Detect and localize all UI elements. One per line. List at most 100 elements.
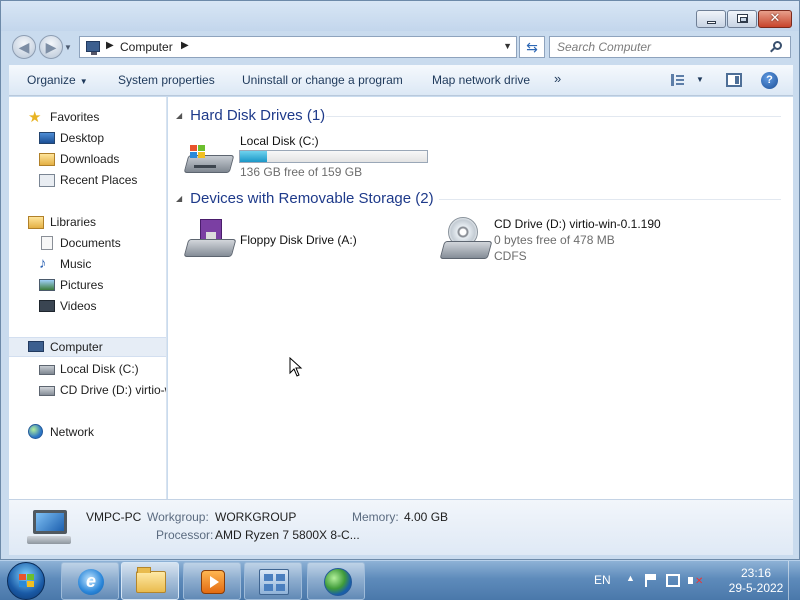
taskbar-windows-explorer[interactable] xyxy=(121,562,179,600)
windows-explorer-icon xyxy=(136,567,166,593)
floppy-drive-body xyxy=(183,239,237,257)
recent-pages-dropdown-icon[interactable]: ▼ xyxy=(64,43,72,52)
show-desktop-button[interactable] xyxy=(788,561,800,600)
content-pane: ◢ Hard Disk Drives (1) Local Disk (C:) 13… xyxy=(168,97,793,499)
computer-icon xyxy=(86,41,100,55)
sidebar-item-network[interactable]: Network xyxy=(9,422,166,442)
desktop-icon xyxy=(39,132,55,144)
local-disk-icon xyxy=(39,365,55,375)
back-button[interactable]: ◀ xyxy=(12,35,36,59)
search-icon[interactable] xyxy=(773,41,782,50)
sidebar-item-label: Pictures xyxy=(60,278,104,292)
clock[interactable]: 23:16 29-5-2022 xyxy=(718,566,794,596)
address-bar[interactable]: ▶ Computer ▶ ▼ xyxy=(79,36,517,58)
sidebar-item-label: Desktop xyxy=(60,131,105,145)
sidebar-item-documents[interactable]: Documents xyxy=(9,233,166,253)
refresh-button[interactable]: ⇆ xyxy=(519,36,545,58)
system-properties-icon xyxy=(259,569,289,595)
forward-arrow-icon: ▶ xyxy=(45,39,57,55)
sidebar-item-computer[interactable]: Computer xyxy=(9,337,166,357)
search-box xyxy=(549,36,791,58)
change-view-icon[interactable] xyxy=(671,74,685,86)
language-indicator[interactable]: EN xyxy=(594,573,611,587)
sidebar-item-desktop[interactable]: Desktop xyxy=(9,128,166,148)
show-hidden-icons-icon[interactable]: ▲ xyxy=(626,573,635,583)
sidebar-item-recent-places[interactable]: Recent Places xyxy=(9,170,166,190)
sidebar-item-libraries[interactable]: Libraries xyxy=(9,212,166,232)
sidebar-item-label: Documents xyxy=(60,236,121,250)
window-controls: ✕ xyxy=(696,10,792,28)
search-input[interactable] xyxy=(550,37,760,57)
media-player-icon xyxy=(201,570,225,594)
windows-logo-icon xyxy=(190,145,206,159)
close-icon: ✕ xyxy=(769,10,781,25)
restore-icon xyxy=(737,14,748,23)
group-header-label: Hard Disk Drives (1) xyxy=(190,107,326,124)
computer-icon xyxy=(27,510,71,546)
minimize-icon xyxy=(707,21,716,24)
sidebar-item-cd-drive[interactable]: CD Drive (D:) virtio-win-0.1.190 xyxy=(9,380,166,400)
floppy-disk xyxy=(200,219,222,241)
maximize-button[interactable] xyxy=(727,10,757,28)
map-network-drive-button[interactable]: Map network drive xyxy=(432,73,530,87)
sidebar-item-label: CD Drive (D:) virtio-win-0.1.190 xyxy=(60,383,166,397)
more-commands-button[interactable]: » xyxy=(554,71,561,86)
close-button[interactable]: ✕ xyxy=(758,10,792,28)
pictures-icon xyxy=(39,279,55,291)
system-properties-button[interactable]: System properties xyxy=(118,73,215,87)
title-bar[interactable]: ✕ xyxy=(1,1,799,31)
taskbar-system-properties[interactable] xyxy=(244,562,302,600)
computer-screen xyxy=(33,510,67,534)
group-header-hard-disks[interactable]: ◢ Hard Disk Drives (1) xyxy=(176,107,325,124)
hard-disk-icon xyxy=(183,143,235,175)
minimize-button[interactable] xyxy=(696,10,726,28)
breadcrumb-chevron-icon[interactable]: ▶ xyxy=(181,40,189,51)
breadcrumb-computer[interactable]: Computer xyxy=(120,40,173,54)
sidebar-item-label: Computer xyxy=(50,340,103,354)
network-status-icon[interactable] xyxy=(666,574,680,587)
forward-button[interactable]: ▶ xyxy=(39,35,63,59)
sidebar-item-videos[interactable]: Videos xyxy=(9,296,166,316)
volume-muted-icon[interactable] xyxy=(688,574,703,587)
music-note-icon: ♪ xyxy=(39,255,47,272)
computer-base xyxy=(27,536,71,544)
group-divider xyxy=(439,199,781,200)
details-pane: VMPC-PC Workgroup: WORKGROUP Memory: 4.0… xyxy=(9,499,793,555)
taskbar-media-player[interactable] xyxy=(183,562,241,600)
sidebar-item-favorites[interactable]: ★ Favorites xyxy=(9,107,166,127)
sidebar-item-music[interactable]: ♪ Music xyxy=(9,254,166,274)
help-icon[interactable]: ? xyxy=(761,72,778,89)
sidebar-item-label: Music xyxy=(60,257,92,271)
drive-name: Floppy Disk Drive (A:) xyxy=(240,233,357,247)
action-center-flag-icon[interactable] xyxy=(645,574,657,587)
preview-pane-icon[interactable] xyxy=(726,73,742,87)
breadcrumb-chevron-icon[interactable]: ▶ xyxy=(106,40,114,51)
collapse-triangle-icon: ◢ xyxy=(176,194,183,203)
memory-value: 4.00 GB xyxy=(404,510,449,524)
taskbar-internet-explorer[interactable]: e xyxy=(61,562,119,600)
cd-drive-body xyxy=(439,241,493,259)
drive-cd-d[interactable]: CD Drive (D:) virtio-win-0.1.190 0 bytes… xyxy=(439,215,680,265)
group-header-removable[interactable]: ◢ Devices with Removable Storage (2) xyxy=(176,190,434,207)
start-button[interactable] xyxy=(7,562,45,600)
clock-time: 23:16 xyxy=(740,566,772,580)
uninstall-program-button[interactable]: Uninstall or change a program xyxy=(242,73,403,87)
sidebar-item-pictures[interactable]: Pictures xyxy=(9,275,166,295)
drive-floppy-a[interactable]: Floppy Disk Drive (A:) xyxy=(183,215,424,265)
sidebar-item-local-disk[interactable]: Local Disk (C:) xyxy=(9,359,166,379)
star-icon: ★ xyxy=(28,109,42,126)
network-globe-icon xyxy=(324,568,352,596)
view-options-caret-icon[interactable]: ▼ xyxy=(696,75,704,84)
hard-disk-slot xyxy=(194,165,216,168)
cd-drive-icon xyxy=(39,386,55,396)
computer-name: VMPC-PC xyxy=(86,510,142,524)
downloads-folder-icon xyxy=(39,153,55,166)
memory-label: Memory: xyxy=(352,510,399,524)
drive-name: CD Drive (D:) virtio-win-0.1.190 xyxy=(494,217,661,231)
address-dropdown-icon[interactable]: ▼ xyxy=(503,41,512,51)
sidebar-item-downloads[interactable]: Downloads xyxy=(9,149,166,169)
drive-local-disk-c[interactable]: Local Disk (C:) 136 GB free of 159 GB xyxy=(183,133,434,183)
taskbar-network[interactable] xyxy=(307,562,365,600)
drive-free-space: 0 bytes free of 478 MB xyxy=(494,233,615,247)
organize-button[interactable]: Organize ▼ xyxy=(27,73,88,87)
